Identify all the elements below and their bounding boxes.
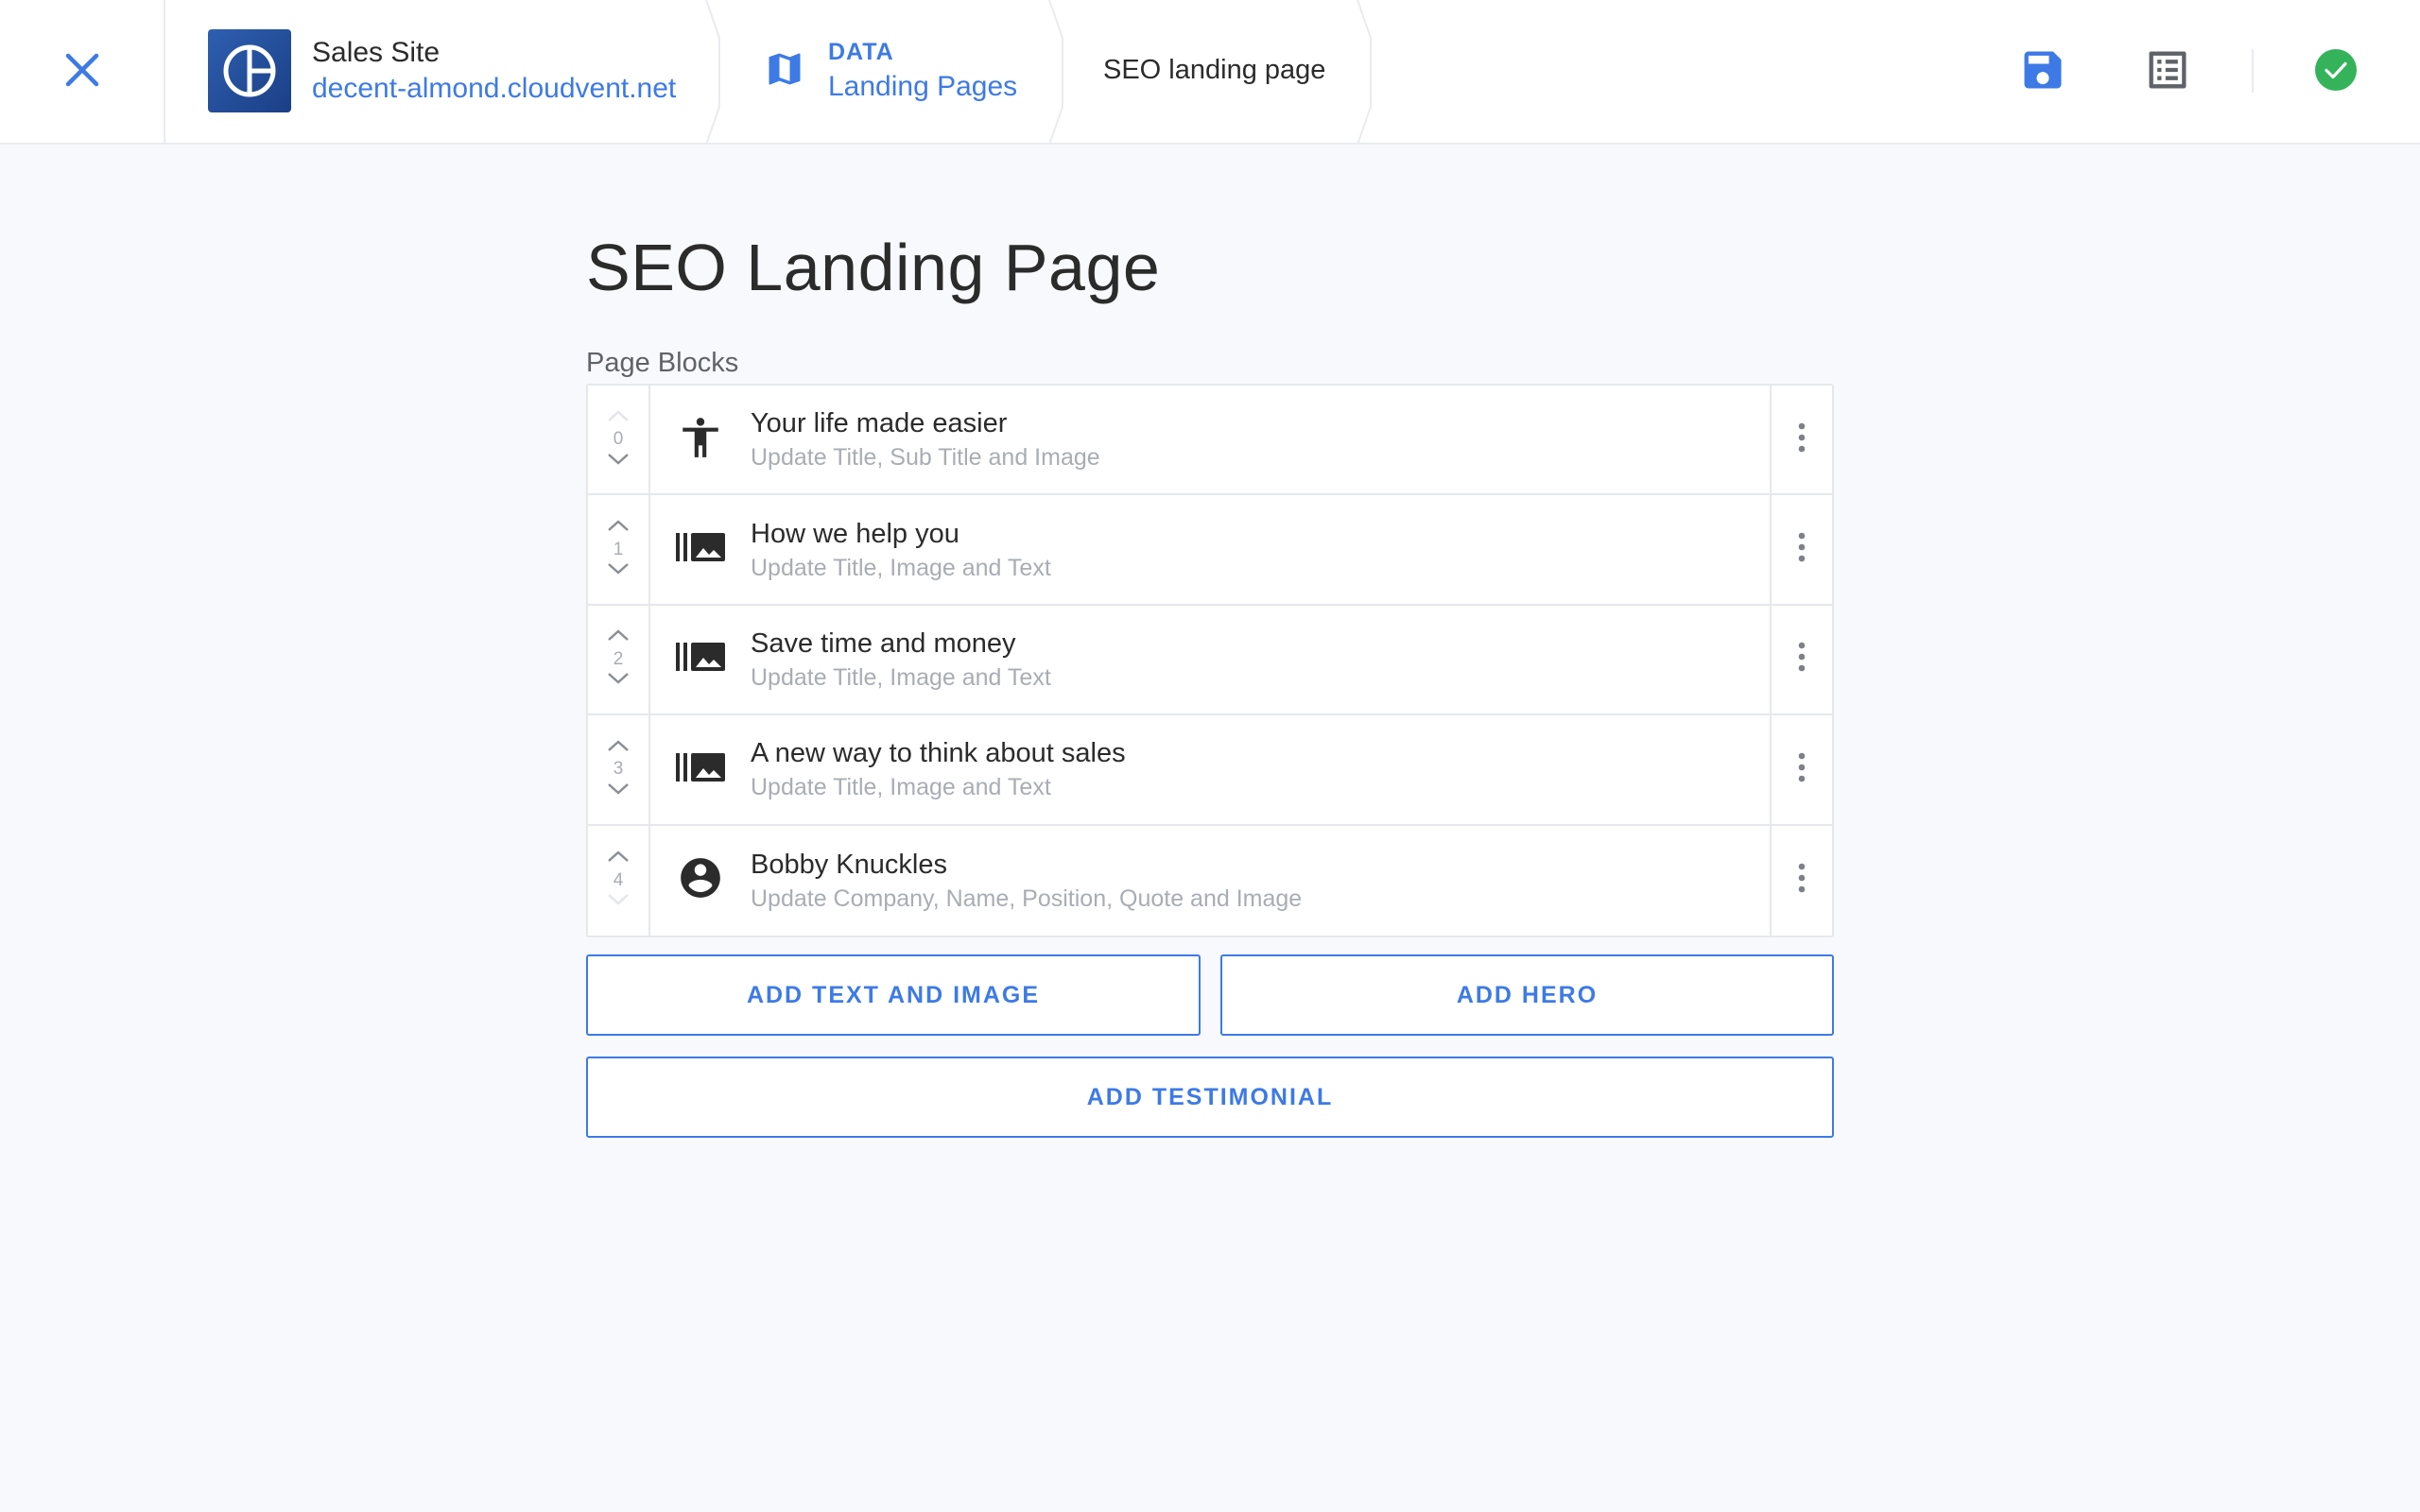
breadcrumb-separator: [1048, 0, 1063, 145]
status-indicator[interactable]: [2308, 43, 2364, 100]
close-button[interactable]: [0, 0, 165, 145]
block-content[interactable]: Your life made easier Update Title, Sub …: [751, 386, 1770, 493]
close-icon: [63, 51, 101, 94]
check-circle-icon: [2314, 48, 2358, 96]
toolbar-divider: [2252, 49, 2254, 93]
block-title: Save time and money: [751, 627, 1016, 659]
reorder-controls: 2: [588, 605, 650, 714]
more-vert-icon: [1797, 752, 1806, 787]
site-logo: [208, 29, 291, 112]
block-subtitle: Update Title, Sub Title and Image: [751, 444, 1100, 472]
page-block-row: 1 How we help you Update Title, Image an…: [588, 495, 1832, 606]
page-blocks-label: Page Blocks: [586, 348, 739, 378]
move-up-button[interactable]: [604, 518, 632, 539]
block-content[interactable]: A new way to think about sales Update Ti…: [751, 715, 1770, 823]
save-button[interactable]: [2014, 43, 2071, 100]
reorder-controls: 4: [588, 825, 650, 936]
block-index: 1: [613, 539, 624, 559]
move-up-button[interactable]: [604, 627, 632, 648]
block-title: A new way to think about sales: [751, 738, 1126, 769]
breadcrumb-separator: [705, 0, 720, 145]
move-down-button[interactable]: [604, 781, 632, 801]
chevron-down-icon: [607, 562, 630, 580]
block-index: 4: [613, 869, 624, 890]
chevron-up-icon: [607, 628, 630, 646]
chevron-up-icon: [607, 739, 630, 757]
page-block-row: 4 Bobby Knuckles Update Company, Name, P…: [588, 825, 1832, 936]
block-index: 2: [613, 648, 624, 669]
more-vert-icon: [1797, 863, 1806, 898]
block-subtitle: Update Title, Image and Text: [751, 774, 1051, 801]
block-subtitle: Update Company, Name, Position, Quote an…: [751, 885, 1303, 912]
move-up-button[interactable]: [604, 849, 632, 869]
add-hero-button[interactable]: ADD HERO: [1220, 954, 1834, 1036]
breadcrumb-label: Landing Pages: [828, 71, 1018, 102]
save-icon: [2018, 45, 2067, 99]
add-testimonial-button[interactable]: ADD TESTIMONIAL: [586, 1057, 1834, 1138]
move-down-button[interactable]: [604, 671, 632, 692]
breadcrumb-separator: [1357, 0, 1372, 145]
site-name: Sales Site: [312, 37, 441, 68]
chevron-up-icon: [607, 519, 630, 537]
block-menu-button[interactable]: [1770, 386, 1832, 494]
block-menu-button[interactable]: [1770, 715, 1832, 824]
more-vert-icon: [1797, 422, 1806, 457]
block-subtitle: Update Title, Image and Text: [751, 554, 1051, 581]
account-circle-icon: [677, 854, 724, 906]
block-content[interactable]: Bobby Knuckles Update Company, Name, Pos…: [751, 826, 1770, 936]
list-icon: [2143, 45, 2192, 99]
block-index: 0: [613, 429, 624, 450]
site-url-link[interactable]: decent-almond.cloudvent.net: [312, 71, 676, 107]
chevron-down-icon: [607, 893, 630, 911]
block-title: Your life made easier: [751, 408, 1008, 439]
chevron-up-icon: [607, 409, 630, 427]
breadcrumb-landing-pages[interactable]: DATA Landing Pages: [764, 36, 1017, 106]
page-block-row: 2 Save time and money Update Title, Imag…: [588, 605, 1832, 716]
chevron-down-icon: [607, 672, 630, 690]
move-down-button[interactable]: [604, 451, 632, 472]
page-blocks-list: 0 Your life made easier Update Title, Su…: [586, 384, 1834, 937]
more-vert-icon: [1797, 532, 1806, 567]
move-down-button: [604, 892, 632, 913]
block-subtitle: Update Title, Image and Text: [751, 663, 1051, 691]
more-vert-icon: [1797, 642, 1806, 677]
page-block-row: 0 Your life made easier Update Title, Su…: [588, 386, 1832, 496]
image-gallery-icon: [676, 641, 725, 678]
block-menu-button[interactable]: [1770, 825, 1832, 936]
list-view-button[interactable]: [2139, 43, 2196, 100]
page-block-row: 3 A new way to think about sales Update …: [588, 715, 1832, 826]
block-menu-button[interactable]: [1770, 495, 1832, 604]
map-icon: [764, 48, 805, 94]
image-gallery-icon: [676, 751, 725, 788]
move-up-button: [604, 407, 632, 428]
accessibility-icon: [677, 414, 724, 466]
block-title: How we help you: [751, 518, 959, 549]
move-down-button[interactable]: [604, 561, 632, 582]
block-title: Bobby Knuckles: [751, 849, 947, 880]
chevron-down-icon: [607, 782, 630, 800]
block-content[interactable]: How we help you Update Title, Image and …: [751, 495, 1770, 603]
reorder-controls: 3: [588, 715, 650, 824]
reorder-controls: 0: [588, 386, 650, 494]
page-title: SEO Landing Page: [586, 231, 1161, 304]
breadcrumb-current: SEO landing page: [1103, 55, 1326, 85]
add-text-and-image-button[interactable]: ADD TEXT AND IMAGE: [586, 954, 1201, 1036]
site-info: Sales Site decent-almond.cloudvent.net: [208, 29, 676, 112]
reorder-controls: 1: [588, 495, 650, 604]
block-index: 3: [613, 759, 624, 780]
move-up-button[interactable]: [604, 737, 632, 758]
top-bar: Sales Site decent-almond.cloudvent.net D…: [0, 0, 2420, 145]
chevron-down-icon: [607, 453, 630, 471]
image-gallery-icon: [676, 531, 725, 568]
breadcrumb-kicker: DATA: [828, 39, 894, 65]
block-menu-button[interactable]: [1770, 605, 1832, 714]
chevron-up-icon: [607, 850, 630, 868]
block-content[interactable]: Save time and money Update Title, Image …: [751, 606, 1770, 713]
